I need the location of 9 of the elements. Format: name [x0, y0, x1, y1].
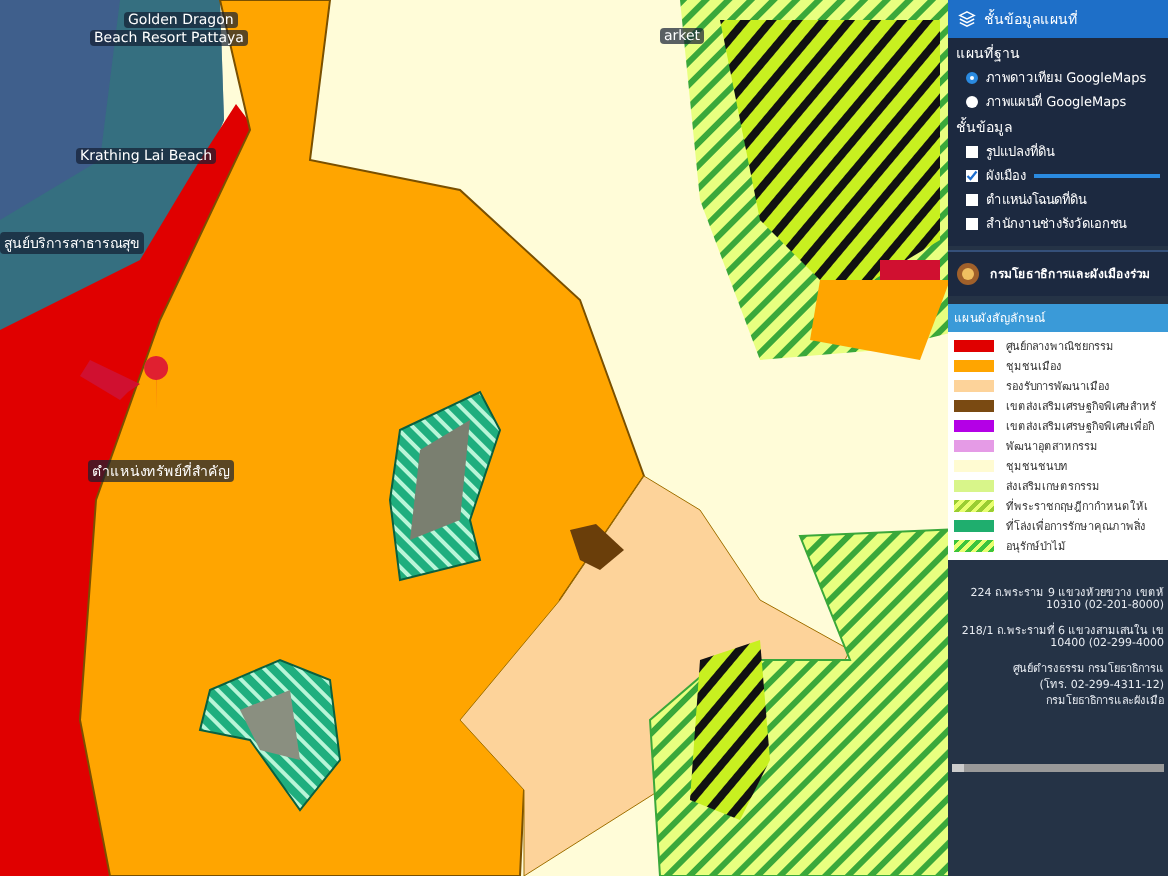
radio-button[interactable]	[966, 96, 978, 108]
emblem-icon	[956, 262, 980, 286]
horizontal-scrollbar[interactable]	[952, 764, 1164, 772]
checkbox[interactable]	[966, 194, 978, 206]
checkbox[interactable]	[966, 146, 978, 158]
layers-icon	[958, 10, 976, 28]
checkbox[interactable]	[966, 170, 978, 182]
checkbox[interactable]	[966, 218, 978, 230]
radio-button[interactable]	[966, 72, 978, 84]
